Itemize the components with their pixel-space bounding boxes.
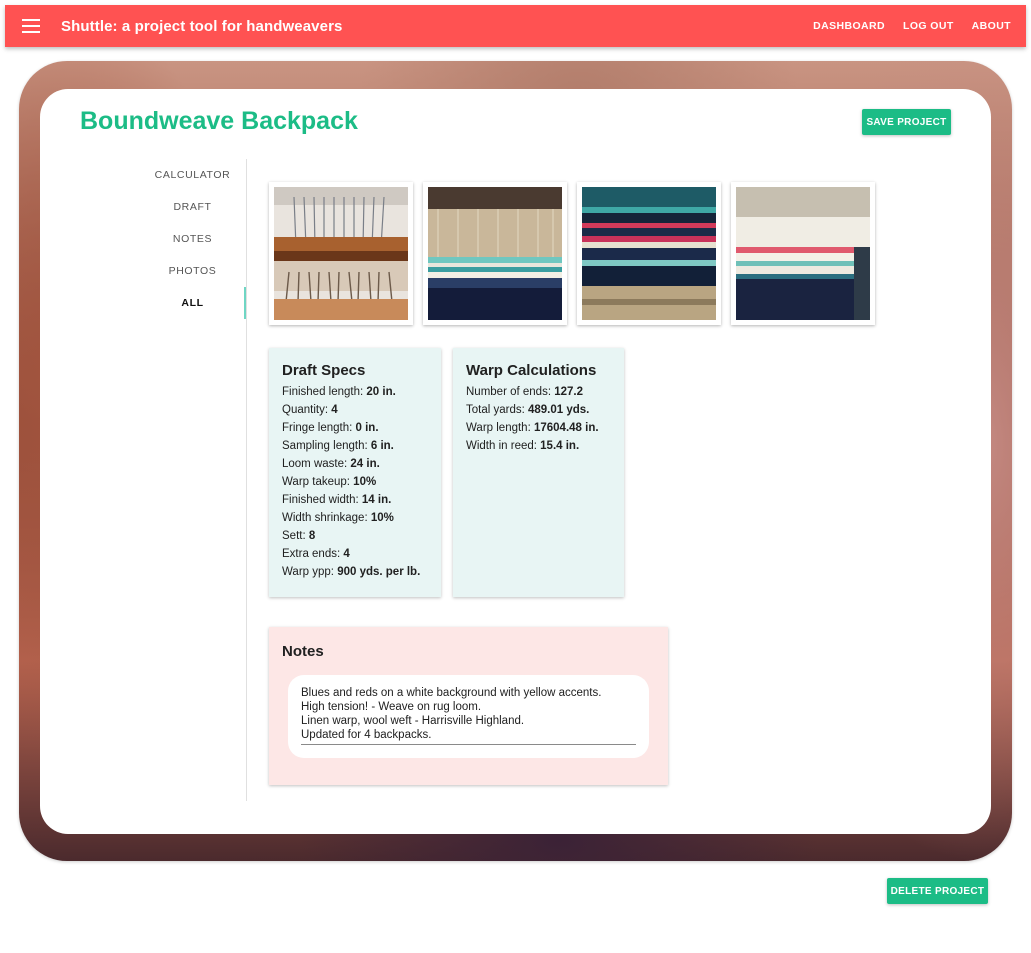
spec-row: Extra ends: 4 (282, 548, 350, 560)
spec-row: Sett: 8 (282, 530, 316, 542)
calc-row: Width in reed: 15.4 in. (466, 440, 580, 452)
spec-row: Sampling length: 6 in. (282, 440, 394, 452)
spec-row: Warp takeup: 10% (282, 476, 377, 488)
project-card: Boundweave Backpack SAVE PROJECT CALCULA… (40, 89, 991, 834)
nav-dashboard[interactable]: DASHBOARD (806, 5, 892, 47)
notes-panel: Notes Blues and reds on a white backgrou… (269, 627, 668, 785)
nav-about[interactable]: ABOUT (965, 5, 1018, 47)
tab-calculator[interactable]: CALCULATOR (139, 159, 246, 191)
photo-thumbnail[interactable] (577, 182, 721, 325)
calc-row: Total yards: 489.01 yds. (466, 404, 590, 416)
notes-field[interactable]: Blues and reds on a white background wit… (288, 675, 649, 758)
loom-photo-image (274, 187, 408, 320)
warp-calculations-title: Warp Calculations (466, 362, 597, 379)
save-project-button[interactable]: SAVE PROJECT (862, 109, 951, 135)
delete-project-button[interactable]: DELETE PROJECT (887, 878, 988, 904)
tab-photos[interactable]: PHOTOS (139, 255, 246, 287)
loom-weaving-image (736, 187, 870, 320)
spec-row: Finished width: 14 in. (282, 494, 392, 506)
photo-thumbnail[interactable] (423, 182, 567, 325)
tabs-divider (246, 159, 247, 801)
app-bar: Shuttle: a project tool for handweavers … (5, 5, 1026, 47)
notes-title: Notes (282, 643, 324, 660)
spec-row: Width shrinkage: 10% (282, 512, 394, 524)
photo-thumbnail[interactable] (269, 182, 413, 325)
app-title: Shuttle: a project tool for handweavers (61, 17, 343, 35)
tab-draft[interactable]: DRAFT (139, 191, 246, 223)
spec-row: Finished length: 20 in. (282, 386, 396, 398)
striped-weaving-image (582, 187, 716, 320)
warp-calculations-panel: Warp Calculations Number of ends: 127.2 … (453, 348, 624, 597)
nav-log-out[interactable]: LOG OUT (896, 5, 961, 47)
spec-row: Fringe length: 0 in. (282, 422, 379, 434)
calc-row: Number of ends: 127.2 (466, 386, 583, 398)
spec-row: Quantity: 4 (282, 404, 338, 416)
project-title: Boundweave Backpack (80, 107, 358, 135)
draft-specs-title: Draft Specs (282, 362, 366, 379)
top-nav: DASHBOARD LOG OUT ABOUT (802, 5, 1026, 47)
woven-stripes-image (428, 187, 562, 320)
draft-specs-panel: Draft Specs Finished length: 20 in. Quan… (269, 348, 441, 597)
hamburger-menu-icon[interactable] (5, 5, 57, 47)
notes-textarea[interactable]: Blues and reds on a white background wit… (301, 686, 636, 745)
tab-all[interactable]: ALL (139, 287, 246, 319)
tab-notes[interactable]: NOTES (139, 223, 246, 255)
photo-gallery (269, 182, 875, 325)
spec-row: Warp ypp: 900 yds. per lb. (282, 566, 421, 578)
photo-thumbnail[interactable] (731, 182, 875, 325)
spec-row: Loom waste: 24 in. (282, 458, 380, 470)
section-tabs: CALCULATOR DRAFT NOTES PHOTOS ALL (139, 159, 246, 319)
calc-row: Warp length: 17604.48 in. (466, 422, 599, 434)
